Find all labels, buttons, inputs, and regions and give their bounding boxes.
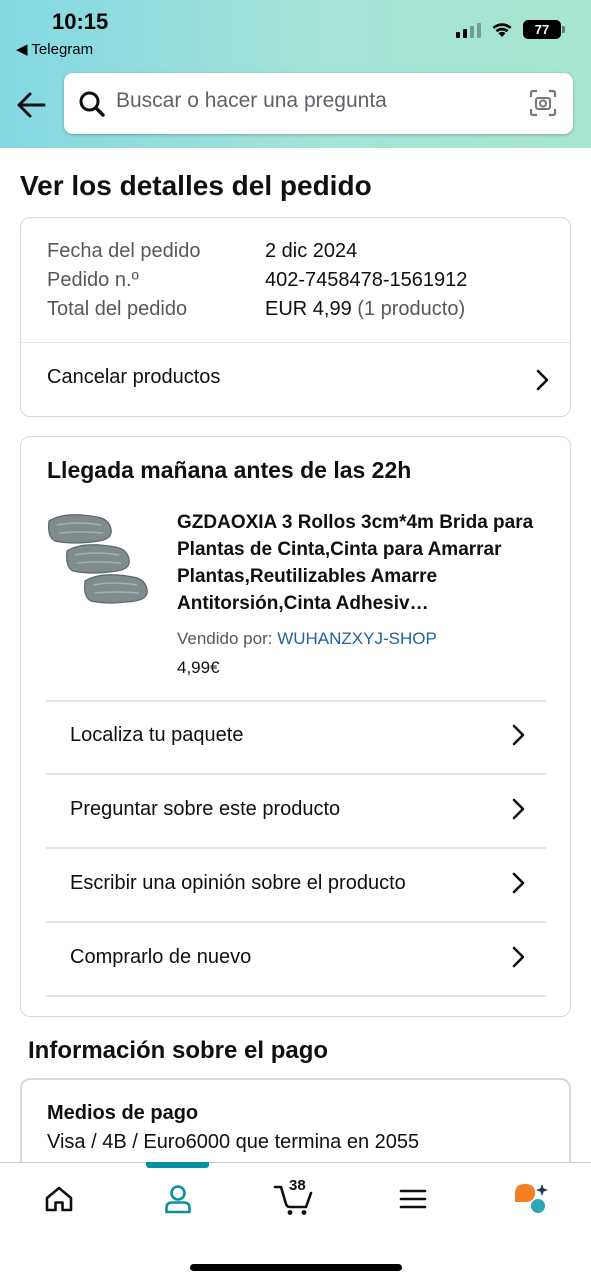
order-total-value: EUR 4,99 (1 producto) [265, 298, 465, 321]
ask-about-product-label: Preguntar sobre este producto [70, 798, 341, 820]
cart-count-badge: 38 [289, 1177, 306, 1194]
hamburger-menu-icon [399, 1189, 427, 1209]
payment-method-value: Visa / 4B / Euro6000 que termina en 2055 [47, 1131, 420, 1153]
rufus-assistant-icon [515, 1184, 548, 1213]
delivery-estimate: Llegada mañana antes de las 22h [47, 457, 412, 483]
battery-icon: 77 [523, 20, 565, 39]
cellular-signal-icon [456, 22, 481, 38]
status-time: 10:15 [52, 9, 109, 34]
chevron-right-icon [512, 798, 525, 820]
track-package-label: Localiza tu paquete [70, 724, 244, 746]
camera-scan-icon[interactable] [529, 89, 557, 117]
buy-again-row[interactable]: Comprarlo de nuevo [21, 923, 570, 995]
page-title: Ver los detalles del pedido [20, 170, 372, 201]
nav-rufus-assistant[interactable] [499, 1177, 563, 1221]
app-header: 10:15 ◀ Telegram 77 [0, 0, 591, 148]
shipment-card: Llegada mañana antes de las 22h GZDAOXIA… [20, 436, 571, 1017]
cancel-products-row[interactable]: Cancelar productos [21, 343, 570, 417]
account-icon [165, 1185, 191, 1214]
track-package-row[interactable]: Localiza tu paquete [21, 702, 570, 774]
payment-method-label: Medios de pago [47, 1102, 199, 1124]
order-date-value: 2 dic 2024 [265, 240, 358, 262]
ask-about-product-row[interactable]: Preguntar sobre este producto [21, 775, 570, 847]
chevron-right-icon [512, 872, 525, 894]
order-date-label: Fecha del pedido [47, 240, 201, 262]
search-icon [79, 91, 105, 117]
write-review-row[interactable]: Escribir una opinión sobre el producto [21, 849, 570, 921]
order-number-value: 402-7458478-1561912 [265, 269, 468, 291]
active-tab-indicator [146, 1162, 209, 1168]
buy-again-label: Comprarlo de nuevo [70, 946, 252, 968]
chevron-right-icon [512, 724, 525, 746]
seller-link[interactable]: WUHANZXYJ-SHOP [277, 629, 437, 648]
payment-section-title: Información sobre el pago [28, 1037, 329, 1064]
search-input[interactable] [116, 89, 516, 113]
nav-account[interactable] [146, 1177, 210, 1221]
cancel-products-label: Cancelar productos [47, 366, 221, 388]
chevron-right-icon [536, 369, 549, 391]
order-summary-card: Fecha del pedido 2 dic 2024 Pedido n.º 4… [20, 217, 571, 417]
product-title-link[interactable]: GZDAOXIA 3 Rollos 3cm*4m Brida para Plan… [177, 509, 547, 617]
search-bar[interactable] [64, 73, 573, 134]
divider [46, 995, 546, 997]
seller-label: Vendido por: [177, 629, 273, 648]
nav-menu[interactable] [381, 1177, 445, 1221]
back-to-app-link[interactable]: ◀ Telegram [16, 40, 93, 58]
write-review-label: Escribir una opinión sobre el producto [70, 872, 406, 894]
status-icons: 77 [456, 20, 565, 39]
wifi-icon [492, 23, 512, 37]
order-total-label: Total del pedido [47, 298, 188, 320]
chevron-right-icon [512, 946, 525, 968]
order-total-amount: EUR 4,99 [265, 298, 352, 320]
seller-info: Vendido por: WUHANZXYJ-SHOP [177, 629, 437, 649]
home-icon [45, 1186, 73, 1212]
home-indicator [190, 1264, 402, 1271]
back-arrow-icon[interactable] [14, 88, 48, 122]
order-total-note: (1 producto) [357, 298, 466, 320]
bottom-nav: 38 [0, 1162, 591, 1280]
order-number-label: Pedido n.º [47, 269, 139, 291]
product-image[interactable] [45, 509, 157, 609]
nav-home[interactable] [27, 1177, 91, 1221]
product-price: 4,99€ [177, 658, 220, 677]
